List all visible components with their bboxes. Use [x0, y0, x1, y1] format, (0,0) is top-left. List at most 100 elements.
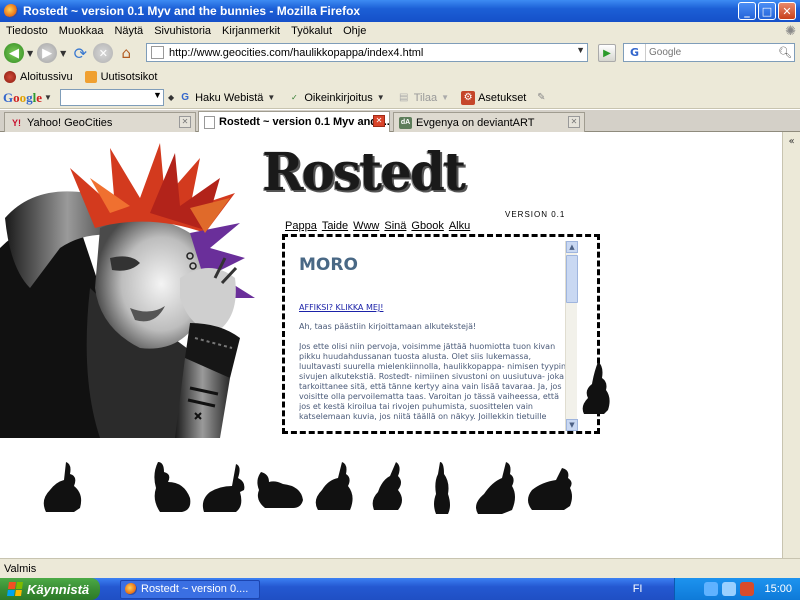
site-logo: Rostedt [262, 140, 466, 203]
bunny-silhouette-icon [582, 362, 610, 414]
bookmark-icon [4, 70, 16, 83]
pencil-icon: ✎ [537, 91, 546, 103]
taskbar-firefox-window[interactable]: Rostedt ~ version 0.... [120, 579, 260, 599]
spellcheck-label: Oikeinkirjoitus [304, 91, 373, 104]
search-input[interactable] [646, 47, 776, 58]
back-history-dropdown-icon[interactable]: ▼ [27, 49, 33, 58]
google-search-options-icon[interactable]: ◆ [168, 93, 174, 102]
window-titlebar: Rostedt ~ version 0.1 Myv and the bunnie… [0, 0, 800, 22]
status-text: Valmis [4, 562, 37, 575]
tab-rostedt[interactable]: Rostedt ~ version 0.1 Myv and t... ✕ [198, 111, 390, 132]
bunny-silhouette-icon [528, 468, 572, 510]
start-button[interactable]: Käynnistä [0, 578, 100, 600]
maximize-button[interactable]: □ [758, 2, 776, 20]
site-nav-pappa[interactable]: Pappa [285, 220, 317, 232]
subscribe-button[interactable]: ▤ Tilaa ▼ [397, 91, 453, 105]
google-logo[interactable]: Google [3, 90, 42, 106]
menu-help[interactable]: Ohje [343, 25, 366, 37]
bunny-silhouette-icon [372, 462, 402, 510]
activity-throbber-icon: ✺ [785, 23, 796, 38]
tab-close-icon[interactable]: ✕ [179, 116, 191, 128]
search-engine-icon[interactable]: G [624, 44, 646, 61]
stop-button[interactable]: ✕ [93, 43, 114, 63]
content-scrollbar[interactable]: ▲ ▼ [565, 241, 578, 431]
content-frame: MORO AFFIKSI? KLIKKA MEJ! Ah, taas pääst… [282, 234, 600, 434]
back-button[interactable]: ◀ [4, 43, 24, 63]
security-icon[interactable] [740, 582, 755, 596]
bookmark-home[interactable]: Aloitussivu [4, 70, 73, 83]
scroll-down-icon[interactable]: ▼ [566, 419, 578, 431]
language-indicator[interactable]: FI [633, 583, 643, 595]
web-search-dropdown-icon[interactable]: ▼ [267, 93, 275, 102]
google-search-input[interactable]: ▼ [59, 89, 164, 106]
google-toolbar: Google ▼ ▼ ◆ G Haku Webistä ▼ ✓ Oikeinki… [0, 87, 800, 109]
close-button[interactable]: ✕ [778, 2, 796, 20]
window-title: Rostedt ~ version 0.1 Myv and the bunnie… [23, 4, 361, 18]
home-button[interactable]: ⌂ [116, 43, 136, 63]
navigation-toolbar: ◀ ▼ ▶ ▼ ⟳ ✕ ⌂ http://www.geocities.com/h… [0, 40, 800, 66]
forward-history-dropdown-icon[interactable]: ▼ [60, 49, 66, 58]
site-nav-sina[interactable]: Sinä [384, 220, 406, 232]
google-menu-dropdown-icon[interactable]: ▼ [44, 93, 52, 102]
start-label: Käynnistä [27, 581, 90, 597]
bookmark-label: Uutisotsikot [100, 70, 158, 83]
menu-tools[interactable]: Työkalut [291, 25, 332, 37]
network-icon[interactable] [704, 582, 719, 596]
page-icon [204, 115, 215, 129]
page-icon [151, 46, 164, 59]
bunny-silhouette-icon [43, 462, 82, 512]
minimize-button[interactable]: _ [738, 2, 756, 20]
site-nav-alku[interactable]: Alku [449, 220, 470, 232]
punk-portrait-image [0, 143, 255, 438]
taskbar-window-label: Rostedt ~ version 0.... [141, 583, 249, 595]
site-nav-taide[interactable]: Taide [322, 220, 348, 232]
bunny-silhouette-icon [154, 462, 191, 512]
tab-close-icon[interactable]: ✕ [373, 115, 385, 127]
settings-button[interactable]: ⚙ Asetukset [461, 90, 527, 105]
site-nav-gbook[interactable]: Gbook [411, 220, 443, 232]
highlight-button[interactable]: ✎ [534, 91, 551, 105]
subscribe-dropdown-icon[interactable]: ▼ [441, 93, 449, 102]
spellcheck-button[interactable]: ✓ Oikeinkirjoitus ▼ [287, 91, 388, 105]
scroll-up-icon[interactable]: ▲ [566, 241, 578, 253]
subscribe-label: Tilaa [413, 91, 438, 104]
tab-close-icon[interactable]: ✕ [568, 116, 580, 128]
settings-icon: ⚙ [461, 90, 476, 105]
tab-deviantart[interactable]: dA Evgenya on deviantART ✕ [393, 112, 585, 132]
status-bar: Valmis [0, 558, 800, 578]
web-search-label: Haku Webistä [195, 91, 264, 104]
settings-label: Asetukset [478, 91, 527, 104]
spellcheck-icon: ✓ [290, 92, 298, 102]
google-g-icon: G [181, 91, 189, 103]
sidebar-toggle[interactable]: « [782, 132, 800, 558]
web-search-button[interactable]: G Haku Webistä ▼ [178, 91, 279, 105]
tab-geocities[interactable]: Y! Yahoo! GeoCities ✕ [4, 112, 196, 132]
content-text-area[interactable]: MORO AFFIKSI? KLIKKA MEJ! Ah, taas pääst… [299, 241, 567, 431]
menu-history[interactable]: Sivuhistoria [154, 25, 211, 37]
url-bar[interactable]: http://www.geocities.com/haulikkopappa/i… [146, 43, 588, 62]
bunny-silhouette-icon [315, 462, 353, 510]
search-icon[interactable]: 🔍︎ [776, 46, 794, 59]
menu-bookmarks[interactable]: Kirjanmerkit [222, 25, 280, 37]
tab-label: Rostedt ~ version 0.1 Myv and t... [219, 116, 390, 128]
menu-view[interactable]: Näytä [114, 25, 143, 37]
rss-icon [84, 70, 97, 83]
affiliate-link[interactable]: AFFIKSI? KLIKKA MEJ! [299, 303, 567, 312]
forward-button[interactable]: ▶ [37, 43, 58, 63]
menu-file[interactable]: Tiedosto [6, 25, 48, 37]
page-content: Rostedt VERSION 0.1 Pappa Taide Www Sinä… [0, 132, 782, 558]
url-dropdown-icon[interactable]: ▼ [576, 45, 585, 55]
bookmark-news[interactable]: Uutisotsikot [84, 70, 158, 83]
menu-edit[interactable]: Muokkaa [59, 25, 104, 37]
volume-icon[interactable] [722, 582, 737, 596]
go-button[interactable]: ▶ [598, 44, 616, 62]
google-search-dropdown-icon[interactable]: ▼ [153, 90, 162, 100]
site-nav-www[interactable]: Www [353, 220, 379, 232]
intro-paragraph: Ah, taas päästiin kirjoittamaan alkuteks… [299, 322, 477, 331]
scroll-thumb[interactable] [566, 255, 578, 303]
tab-label: Yahoo! GeoCities [27, 116, 113, 129]
bunny-silhouette-icon [434, 462, 450, 514]
windows-logo-icon [7, 582, 23, 596]
spellcheck-dropdown-icon[interactable]: ▼ [377, 93, 385, 102]
reload-button[interactable]: ⟳ [70, 43, 90, 63]
